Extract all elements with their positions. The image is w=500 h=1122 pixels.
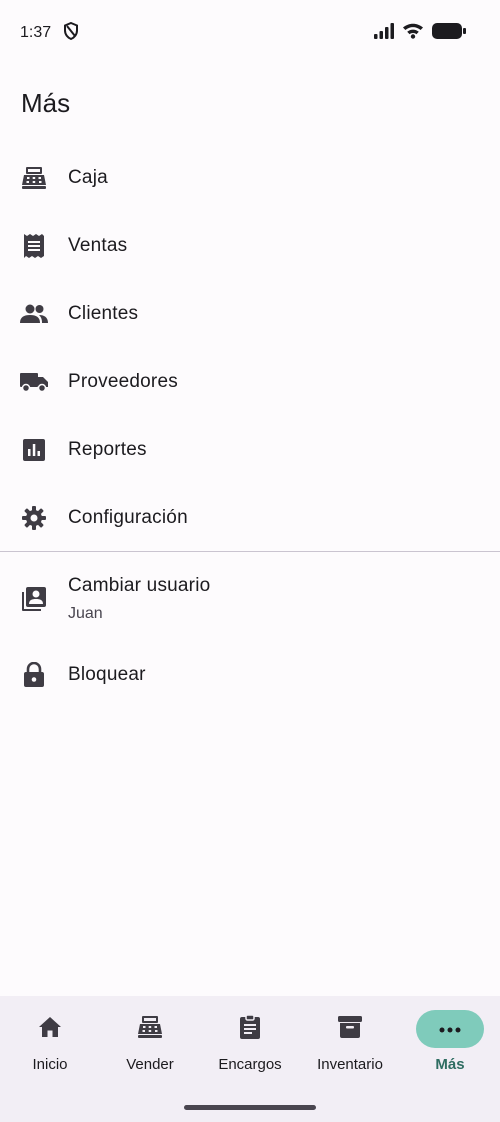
menu-item-label: Caja [68,167,108,188]
nav-label: Inicio [32,1056,68,1073]
wifi-icon [402,22,424,44]
menu-item-clientes[interactable]: Clientes [0,280,500,348]
shield-icon [63,21,79,45]
menu-item-caja[interactable]: Caja [0,144,500,212]
cash-register-icon [137,1014,163,1045]
more-dots-icon [439,1020,461,1038]
menu-item-label: Proveedores [68,371,178,392]
nav-item-vender[interactable]: Vender [100,996,200,1122]
current-user-name: Juan [68,605,103,622]
menu-item-label: Ventas [68,235,128,256]
switch-user-label: Cambiar usuario [68,575,211,596]
nav-pill [316,1010,384,1048]
nav-item-mas[interactable]: Más [400,996,500,1122]
receipt-icon [20,232,48,260]
clipboard-icon [239,1013,261,1045]
truck-icon [20,368,48,396]
nav-label: Más [435,1056,465,1073]
nav-pill [116,1010,184,1048]
nav-item-encargos[interactable]: Encargos [200,996,300,1122]
menu-item-ventas[interactable]: Ventas [0,212,500,280]
switch-account-icon [20,585,48,613]
bottom-navigation: Inicio Vender Encargos Inventario Más [0,996,500,1122]
menu-item-proveedores[interactable]: Proveedores [0,348,500,416]
nav-label: Vender [126,1056,174,1073]
nav-pill [216,1010,284,1048]
status-bar: 1:37 [0,0,500,66]
archive-icon [337,1015,363,1044]
status-time: 1:37 [20,24,52,41]
menu-item-label: Configuración [68,507,188,528]
menu-list: Caja Ventas Clientes Proveedores Reporte… [0,144,500,552]
nav-label: Encargos [218,1056,282,1073]
divider [0,551,500,552]
nav-item-inventario[interactable]: Inventario [300,996,400,1122]
menu-item-reportes[interactable]: Reportes [0,416,500,484]
lock-icon [20,661,48,689]
home-icon [38,1016,62,1043]
menu-item-configuracion[interactable]: Configuración [0,484,500,552]
switch-user-texts: Cambiar usuario Juan [68,575,210,623]
menu-item-label: Clientes [68,303,139,324]
gear-icon [20,504,48,532]
nav-label: Inventario [317,1056,383,1073]
people-icon [20,300,48,328]
status-left: 1:37 [20,21,79,45]
battery-icon [432,22,466,44]
nav-pill-active [416,1010,484,1048]
nav-pill [16,1010,84,1048]
cash-register-icon [20,164,48,192]
switch-user-item[interactable]: Cambiar usuario Juan [0,566,500,632]
status-right [374,22,466,44]
page-title: Más [21,88,71,118]
lock-label: Bloquear [68,664,146,685]
menu-item-label: Reportes [68,439,147,460]
home-indicator[interactable] [184,1105,316,1110]
lock-item[interactable]: Bloquear [0,641,500,709]
signal-icon [374,22,394,44]
bar-chart-icon [20,436,48,464]
nav-item-inicio[interactable]: Inicio [0,996,100,1122]
